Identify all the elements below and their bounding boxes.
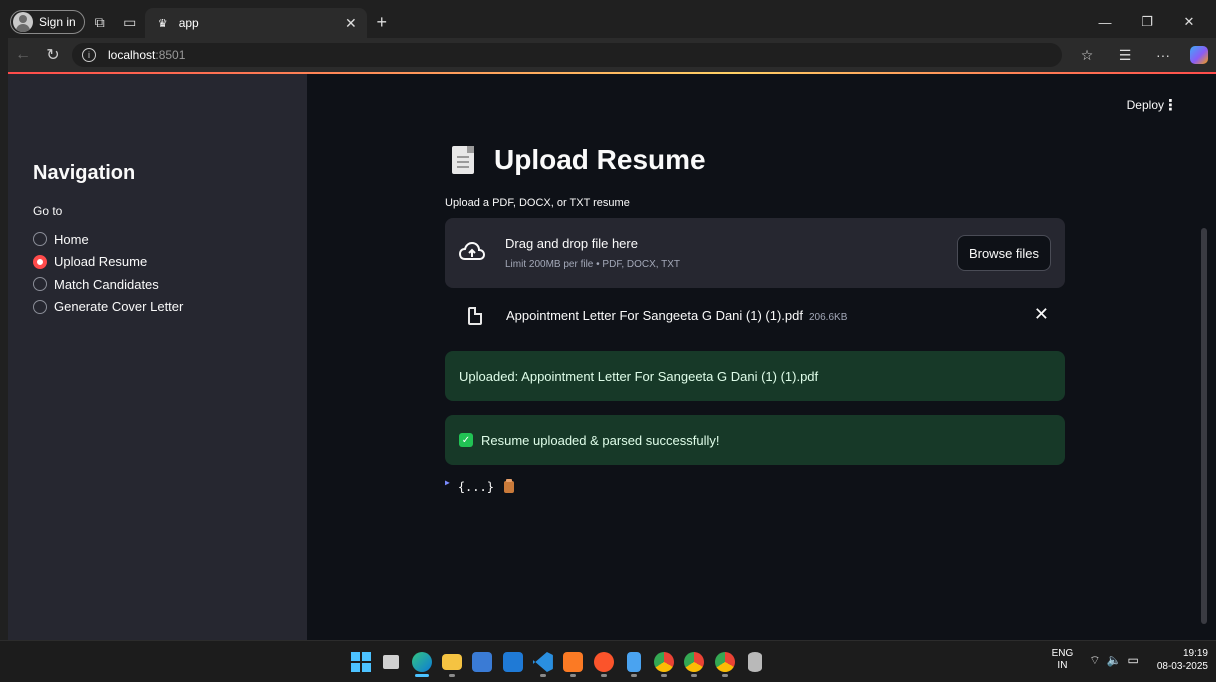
uploader-label: Upload a PDF, DOCX, or TXT resume — [445, 197, 630, 209]
radio-label: Match Candidates — [54, 276, 159, 292]
file-icon — [468, 307, 482, 325]
file-explorer-icon[interactable] — [437, 647, 467, 677]
profile-avatar-icon — [13, 12, 33, 32]
uploaded-alert-text: Uploaded: Appointment Letter For Sangeet… — [459, 368, 819, 384]
chrome-profile-icon[interactable] — [679, 647, 709, 677]
radio-option-upload-resume[interactable]: Upload Resume — [33, 251, 183, 274]
page-title: Upload Resume — [494, 144, 706, 175]
volume-icon: 🔈 — [1106, 652, 1128, 667]
favorites-list-icon[interactable]: ☰ — [1106, 47, 1144, 64]
screen: Sign in ⧉ ▭ ♛ app ✕ + — ❐ ✕ ← ↻ i localh… — [0, 0, 1216, 682]
url-port: :8501 — [155, 48, 186, 62]
json-collapsed-text: {...} — [457, 480, 494, 494]
radio-selected-icon — [33, 254, 47, 269]
main-content: Deploy ⋮ Upload Resume Upload a PDF, DOC… — [307, 74, 1216, 640]
tab-actions-icon[interactable]: ▭ — [115, 8, 145, 36]
system-tray: ENG IN ⌔🔈▭ 19:19 08-03-2025 — [1052, 647, 1208, 673]
page-heading: Upload Resume — [452, 144, 706, 176]
xampp-icon[interactable] — [558, 647, 588, 677]
deploy-button[interactable]: Deploy — [1127, 98, 1164, 112]
uploaded-alert: Uploaded: Appointment Letter For Sangeet… — [445, 351, 1065, 401]
back-arrow-icon[interactable]: ← — [8, 41, 38, 69]
clock[interactable]: 19:19 08-03-2025 — [1157, 647, 1208, 673]
browse-files-button[interactable]: Browse files — [957, 235, 1051, 271]
document-icon — [452, 146, 474, 174]
radio-group-label: Go to — [33, 204, 63, 218]
taskbar: ENG IN ⌔🔈▭ 19:19 08-03-2025 — [0, 640, 1216, 682]
url-host: localhost — [108, 48, 156, 62]
brave-icon[interactable] — [588, 647, 618, 677]
remove-file-icon[interactable]: ✕ — [1034, 304, 1049, 325]
radio-label: Home — [54, 231, 89, 247]
radio-circle-icon — [33, 277, 47, 292]
expand-caret-icon[interactable]: ▶ — [445, 478, 450, 487]
copy-clipboard-icon[interactable] — [503, 479, 514, 493]
sidebar-title: Navigation — [33, 162, 136, 184]
signin-button[interactable]: Sign in — [10, 10, 85, 34]
window-controls: — ❐ ✕ — [1084, 6, 1210, 38]
edge-icon[interactable] — [407, 647, 437, 677]
success-alert-text: Resume uploaded & parsed successfully! — [481, 432, 720, 448]
sidebar: Navigation Go to Home Upload Resume Matc… — [8, 74, 307, 640]
restore-icon[interactable]: ❐ — [1126, 14, 1168, 30]
site-info-icon[interactable]: i — [82, 48, 96, 62]
main-menu-icon[interactable]: ⋮ — [1163, 96, 1178, 114]
radio-option-home[interactable]: Home — [33, 228, 183, 251]
radio-label: Upload Resume — [54, 254, 148, 270]
close-window-icon[interactable]: ✕ — [1168, 14, 1210, 30]
checkmark-icon: ✓ — [459, 433, 473, 447]
chrome-icon[interactable] — [649, 647, 679, 677]
json-viewer[interactable]: ▶ {...} — [445, 478, 514, 494]
address-bar[interactable]: i localhost:8501 — [72, 43, 1062, 67]
streamlit-crown-icon: ♛ — [157, 17, 168, 30]
radio-option-generate-cover-letter[interactable]: Generate Cover Letter — [33, 296, 183, 319]
task-view-icon[interactable] — [376, 647, 406, 677]
browser-toolbar: ← ↻ i localhost:8501 ☆ ☰ ··· — [8, 38, 1216, 72]
notepad-icon[interactable] — [619, 647, 649, 677]
new-tab-button[interactable]: + — [367, 8, 397, 36]
favorite-star-icon[interactable]: ☆ — [1068, 47, 1106, 64]
toolbar-actions: ☆ ☰ ··· — [1068, 41, 1208, 69]
refresh-icon[interactable]: ↻ — [38, 41, 68, 69]
wifi-icon: ⌔ — [1089, 652, 1107, 667]
radio-circle-icon — [33, 232, 47, 247]
workspaces-icon[interactable]: ⧉ — [85, 8, 115, 36]
uploaded-file-item: Appointment Letter For Sangeeta G Dani (… — [445, 298, 1065, 334]
file-size: 206.6KB — [809, 312, 848, 323]
dropzone-title: Drag and drop file here — [505, 236, 638, 251]
tab-title: app — [178, 16, 199, 30]
tab-close-icon[interactable]: ✕ — [345, 15, 357, 32]
main-scrollbar[interactable] — [1201, 228, 1207, 624]
language-indicator[interactable]: ENG IN — [1052, 648, 1074, 672]
copilot-icon[interactable] — [1190, 46, 1208, 64]
quick-settings[interactable]: ⌔🔈▭ — [1089, 653, 1145, 668]
browser-tabbar: Sign in ⧉ ▭ ♛ app ✕ + — ❐ ✕ — [8, 6, 1216, 38]
navigation-radio-group: Home Upload Resume Match Candidates Gene… — [33, 228, 183, 318]
browser-tab[interactable]: ♛ app ✕ — [144, 8, 367, 38]
signin-label: Sign in — [39, 15, 76, 29]
minimize-icon[interactable]: — — [1084, 15, 1126, 30]
uploaded-file-name: Appointment Letter For Sangeeta G Dani (… — [506, 308, 847, 323]
clock-date: 08-03-2025 — [1156, 661, 1208, 672]
vscode-icon[interactable] — [528, 647, 558, 677]
database-icon[interactable] — [740, 647, 770, 677]
battery-icon: ▭ — [1127, 652, 1145, 667]
chrome-profile-2-icon[interactable] — [710, 647, 740, 677]
radio-circle-icon — [33, 299, 47, 314]
file-name-text: Appointment Letter For Sangeeta G Dani (… — [506, 308, 803, 323]
lang-bottom: IN — [1057, 660, 1068, 671]
clock-time: 19:19 — [1182, 648, 1208, 659]
radio-option-match-candidates[interactable]: Match Candidates — [33, 273, 183, 296]
file-dropzone[interactable]: Drag and drop file here Limit 200MB per … — [445, 218, 1065, 288]
cloud-upload-icon — [459, 242, 485, 260]
more-options-icon[interactable]: ··· — [1144, 47, 1182, 63]
success-alert: ✓ Resume uploaded & parsed successfully! — [445, 415, 1065, 465]
taskbar-apps — [346, 647, 770, 677]
store-icon[interactable] — [467, 647, 497, 677]
lang-top: ENG — [1051, 648, 1074, 659]
radio-label: Generate Cover Letter — [54, 299, 184, 315]
outlook-icon[interactable] — [497, 647, 527, 677]
dropzone-limit-text: Limit 200MB per file • PDF, DOCX, TXT — [505, 259, 681, 270]
start-button-icon[interactable] — [346, 647, 376, 677]
